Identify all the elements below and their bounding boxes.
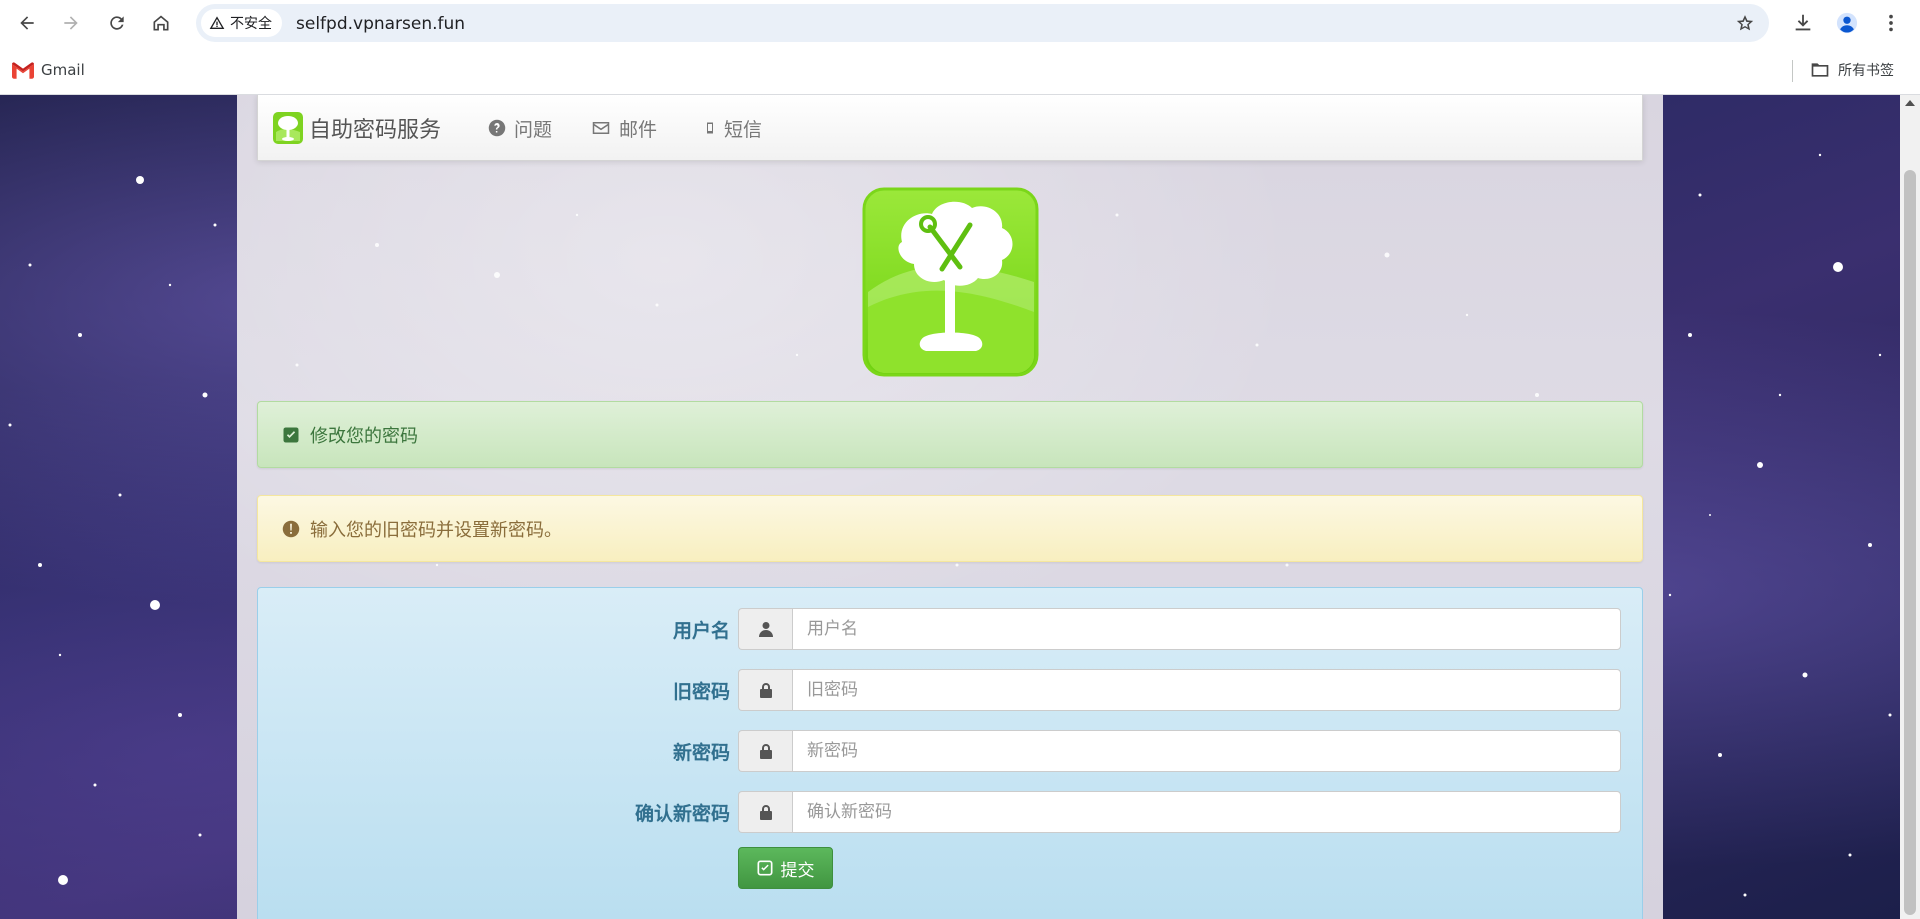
bookmarks-bar: Gmail 所有书签 bbox=[0, 46, 1920, 95]
user-icon bbox=[758, 622, 773, 637]
lock-icon bbox=[759, 744, 772, 759]
security-indicator[interactable]: 不安全 bbox=[201, 9, 282, 37]
success-alert: 修改您的密码 bbox=[257, 401, 1643, 468]
main-container: 自助密码服务 问题 邮件 短信 修改您的密码 输入您的旧密码并设置新密码。 用户… bbox=[237, 95, 1663, 919]
bookmark-label: Gmail bbox=[41, 61, 85, 79]
submit-button-label: 提交 bbox=[780, 860, 815, 881]
change-password-form: 用户名 旧密码 新密码 bbox=[257, 587, 1643, 919]
check-square-icon bbox=[283, 427, 299, 442]
nav-item-label: 短信 bbox=[724, 118, 763, 141]
old-password-label: 旧密码 bbox=[672, 681, 730, 703]
success-alert-text: 修改您的密码 bbox=[310, 425, 418, 447]
browser-toolbar: 不安全 selfpd.vpnarsen.fun bbox=[0, 0, 1920, 46]
warning-alert-text: 输入您的旧密码并设置新密码。 bbox=[310, 519, 562, 541]
lock-icon bbox=[759, 805, 772, 820]
nav-item-label: 问题 bbox=[514, 118, 553, 141]
form-row-confirm-password: 确认新密码 bbox=[258, 791, 1644, 833]
url-text[interactable]: selfpd.vpnarsen.fun bbox=[296, 14, 465, 34]
home-icon bbox=[153, 15, 169, 31]
arrow-right-icon bbox=[64, 16, 78, 30]
scroll-up-arrow-icon[interactable] bbox=[1905, 100, 1915, 106]
profile-avatar-icon bbox=[1836, 12, 1858, 34]
download-icon bbox=[1795, 14, 1811, 31]
confirm-password-label: 确认新密码 bbox=[634, 803, 730, 825]
new-password-input[interactable] bbox=[792, 730, 1621, 772]
profile-button[interactable] bbox=[1832, 8, 1862, 38]
username-addon bbox=[738, 608, 792, 650]
self-service-logo bbox=[862, 187, 1039, 377]
gmail-icon bbox=[12, 61, 34, 79]
top-navbar: 自助密码服务 问题 邮件 短信 bbox=[257, 95, 1643, 161]
lock-icon bbox=[759, 683, 772, 698]
confirm-password-addon bbox=[738, 791, 792, 833]
bookmarks-divider bbox=[1792, 60, 1793, 82]
nav-item-questions[interactable]: 问题 bbox=[488, 112, 552, 144]
back-button[interactable] bbox=[12, 8, 42, 38]
new-password-addon bbox=[738, 730, 792, 772]
confirm-password-input[interactable] bbox=[792, 791, 1621, 833]
old-password-input-group bbox=[738, 669, 1621, 711]
submit-button[interactable]: 提交 bbox=[738, 847, 833, 889]
form-row-new-password: 新密码 bbox=[258, 730, 1644, 772]
reload-button[interactable] bbox=[102, 8, 132, 38]
downloads-button[interactable] bbox=[1788, 8, 1818, 38]
check-square-icon bbox=[757, 860, 772, 876]
username-input-group bbox=[738, 608, 1621, 650]
new-password-input-group bbox=[738, 730, 1621, 772]
security-label: 不安全 bbox=[230, 16, 272, 32]
warning-triangle-icon bbox=[209, 16, 225, 29]
home-button[interactable] bbox=[146, 8, 176, 38]
username-input[interactable] bbox=[792, 608, 1621, 650]
address-bar[interactable]: 不安全 selfpd.vpnarsen.fun bbox=[196, 4, 1769, 42]
menu-button[interactable] bbox=[1876, 8, 1906, 38]
star-icon bbox=[1736, 15, 1754, 31]
envelope-icon bbox=[592, 122, 610, 134]
nav-item-label: 邮件 bbox=[619, 118, 658, 141]
page-viewport: 自助密码服务 问题 邮件 短信 修改您的密码 输入您的旧密码并设置新密码。 用户… bbox=[0, 95, 1900, 919]
question-circle-icon bbox=[488, 119, 506, 137]
all-bookmarks-label: 所有书签 bbox=[1838, 63, 1894, 79]
confirm-password-input-group bbox=[738, 791, 1621, 833]
username-label: 用户名 bbox=[672, 620, 730, 642]
forward-button[interactable] bbox=[56, 8, 86, 38]
scroll-thumb[interactable] bbox=[1904, 170, 1916, 915]
old-password-addon bbox=[738, 669, 792, 711]
new-password-label: 新密码 bbox=[672, 742, 730, 764]
folder-icon bbox=[1811, 63, 1829, 77]
nav-item-sms[interactable]: 短信 bbox=[704, 112, 762, 144]
old-password-input[interactable] bbox=[792, 669, 1621, 711]
bookmark-gmail[interactable]: Gmail bbox=[12, 58, 85, 82]
exclamation-circle-icon bbox=[282, 520, 300, 537]
form-row-old-password: 旧密码 bbox=[258, 669, 1644, 711]
brand-title: 自助密码服务 bbox=[309, 118, 442, 143]
page-scrollbar[interactable] bbox=[1900, 95, 1920, 919]
mobile-phone-icon bbox=[707, 122, 713, 134]
brand-logo-icon bbox=[273, 112, 303, 144]
bookmark-star-button[interactable] bbox=[1731, 9, 1759, 37]
brand-link[interactable]: 自助密码服务 bbox=[273, 112, 441, 144]
nav-item-email[interactable]: 邮件 bbox=[591, 112, 657, 144]
kebab-menu-icon bbox=[1889, 14, 1893, 32]
warning-alert: 输入您的旧密码并设置新密码。 bbox=[257, 495, 1643, 562]
all-bookmarks-button[interactable]: 所有书签 bbox=[1810, 58, 1894, 82]
arrow-left-icon bbox=[20, 16, 34, 30]
form-row-username: 用户名 bbox=[258, 608, 1644, 650]
reload-icon bbox=[110, 16, 124, 30]
